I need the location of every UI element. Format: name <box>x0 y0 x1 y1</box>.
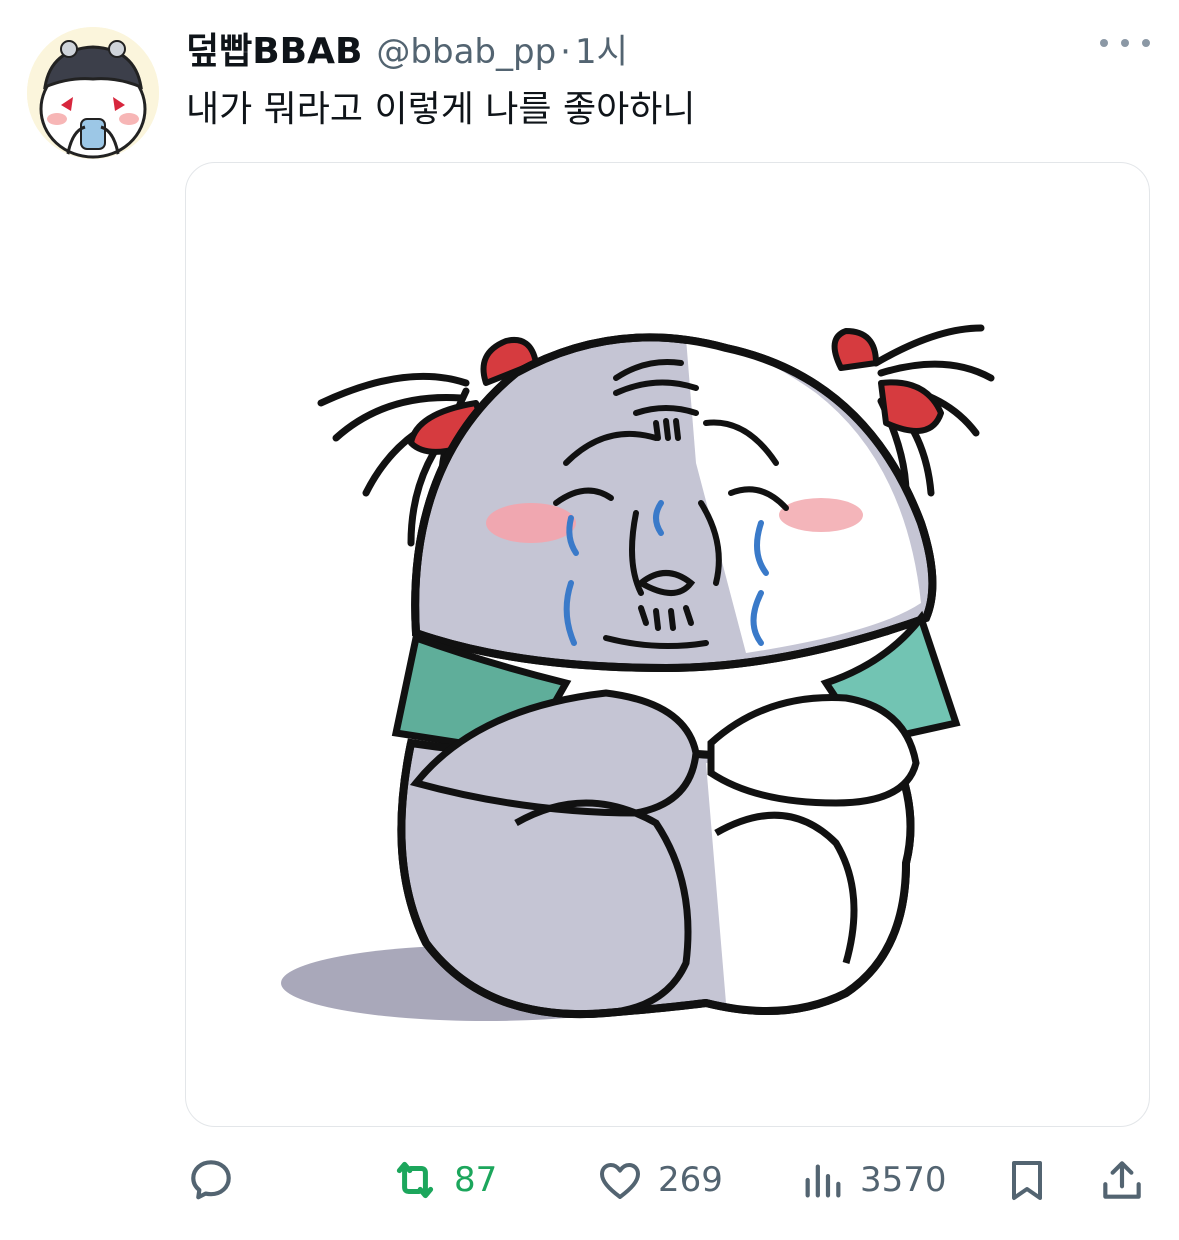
avatar[interactable] <box>27 27 159 159</box>
tweet-text: 내가 뭐라고 이렇게 나를 좋아하니 <box>186 89 696 130</box>
share-button[interactable] <box>1097 1140 1147 1220</box>
share-icon <box>1103 1161 1141 1199</box>
bookmark-icon <box>1012 1161 1042 1200</box>
author-display-name[interactable]: 덮빱BBAB <box>186 22 362 74</box>
bookmark-button[interactable] <box>1003 1140 1051 1220</box>
reply-icon <box>191 1160 231 1200</box>
tweet-header: 덮빱BBAB @bbab_pp · 1시 <box>186 22 628 74</box>
crying-character-illustration <box>281 324 995 1021</box>
views-button[interactable]: 3570 <box>800 1140 947 1220</box>
retweet-icon <box>396 1161 434 1199</box>
like-button[interactable]: 269 <box>596 1140 723 1220</box>
heart-icon <box>600 1163 640 1199</box>
tweet-action-bar: 87 269 3570 <box>0 1140 1179 1220</box>
author-handle[interactable]: @bbab_pp <box>376 32 556 72</box>
more-options-icon[interactable] <box>1100 28 1150 58</box>
tweet-timestamp[interactable]: 1시 <box>575 24 628 73</box>
tweet-media[interactable] <box>185 162 1150 1127</box>
character-avatar-icon <box>27 27 159 159</box>
separator-dot: · <box>560 32 571 72</box>
views-count: 3570 <box>860 1160 947 1200</box>
views-icon <box>805 1164 841 1198</box>
retweet-count: 87 <box>454 1160 498 1200</box>
retweet-button[interactable]: 87 <box>390 1140 497 1220</box>
reply-button[interactable] <box>186 1140 250 1220</box>
like-count: 269 <box>658 1160 723 1200</box>
